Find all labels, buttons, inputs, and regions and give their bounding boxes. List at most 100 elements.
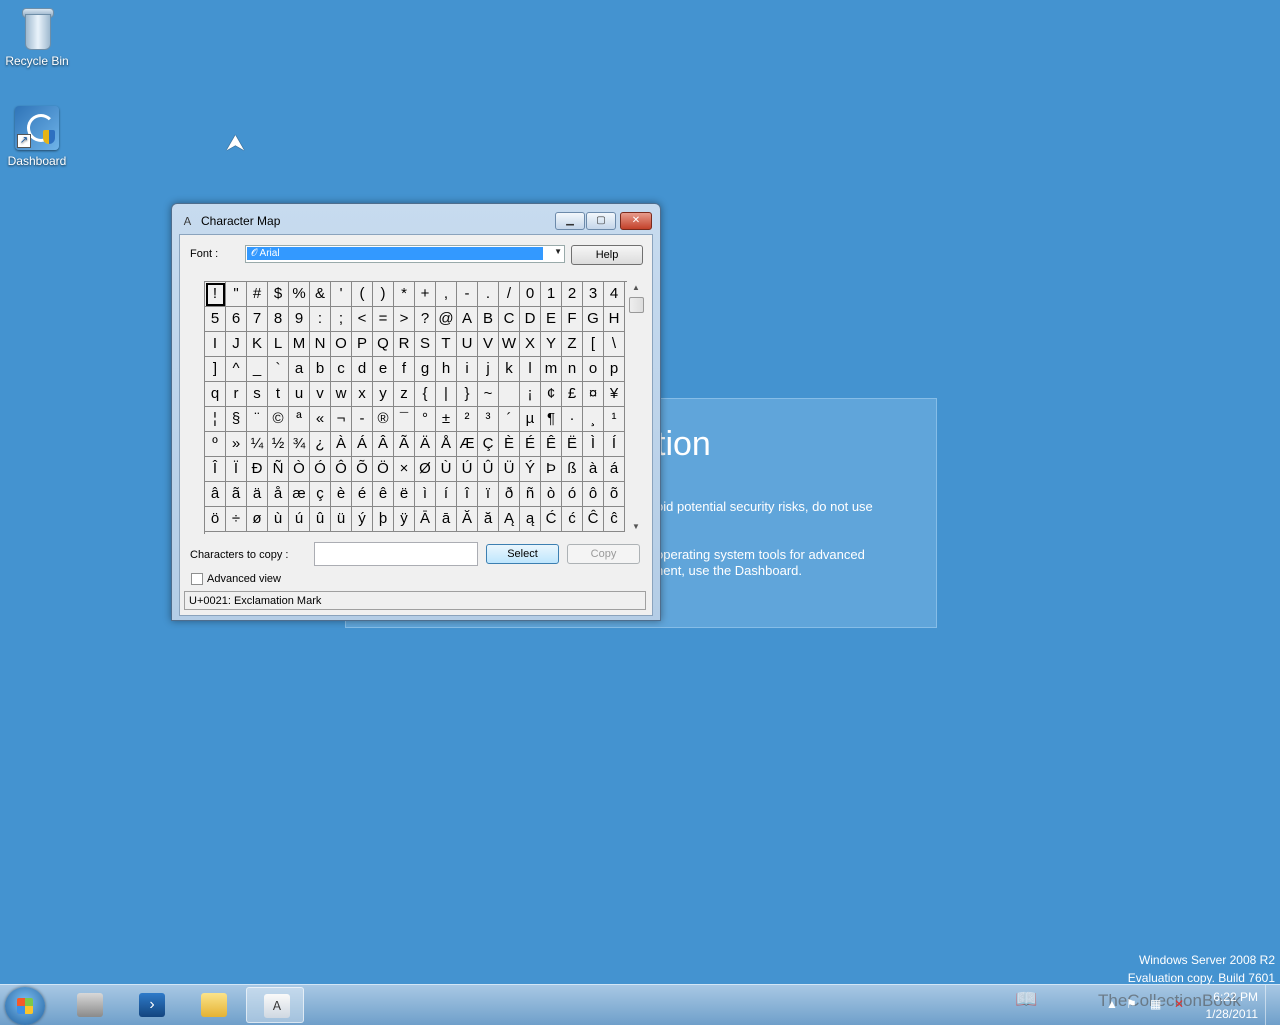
- taskbar-server-manager[interactable]: [60, 987, 118, 1023]
- character-cell[interactable]: Þ: [541, 457, 562, 482]
- character-cell[interactable]: ó: [562, 482, 583, 507]
- chars-to-copy-input[interactable]: [314, 542, 478, 566]
- character-cell[interactable]: ù: [268, 507, 289, 532]
- character-cell[interactable]: ò: [541, 482, 562, 507]
- copy-button[interactable]: Copy: [567, 544, 640, 564]
- character-cell[interactable]: G: [583, 307, 604, 332]
- character-cell[interactable]: ¤: [583, 382, 604, 407]
- character-cell[interactable]: â: [205, 482, 226, 507]
- character-cell[interactable]: e: [373, 357, 394, 382]
- character-cell[interactable]: B: [478, 307, 499, 332]
- character-cell[interactable]: ·: [562, 407, 583, 432]
- character-cell[interactable]: %: [289, 282, 310, 307]
- character-cell[interactable]: _: [247, 357, 268, 382]
- character-cell[interactable]: ĉ: [604, 507, 625, 532]
- character-cell[interactable]: Ç: [478, 432, 499, 457]
- character-cell[interactable]: :: [310, 307, 331, 332]
- character-cell[interactable]: Ü: [499, 457, 520, 482]
- character-cell[interactable]: õ: [604, 482, 625, 507]
- character-cell[interactable]: ¢: [541, 382, 562, 407]
- character-cell[interactable]: .: [478, 282, 499, 307]
- character-cell[interactable]: s: [247, 382, 268, 407]
- character-cell[interactable]: Ó: [310, 457, 331, 482]
- character-cell[interactable]: P: [352, 332, 373, 357]
- character-cell[interactable]: |: [436, 382, 457, 407]
- character-cell[interactable]: /: [499, 282, 520, 307]
- character-cell[interactable]: 1: [541, 282, 562, 307]
- character-cell[interactable]: @: [436, 307, 457, 332]
- character-cell[interactable]: 4: [604, 282, 625, 307]
- character-cell[interactable]: ©: [268, 407, 289, 432]
- character-cell[interactable]: ´: [499, 407, 520, 432]
- scroll-up-icon[interactable]: ▲: [632, 283, 640, 292]
- taskbar-powershell[interactable]: ›: [122, 987, 180, 1023]
- character-cell[interactable]: ã: [226, 482, 247, 507]
- character-cell[interactable]: K: [247, 332, 268, 357]
- character-cell[interactable]: {: [415, 382, 436, 407]
- character-cell[interactable]: Ø: [415, 457, 436, 482]
- character-cell[interactable]: n: [562, 357, 583, 382]
- character-cell[interactable]: f: [394, 357, 415, 382]
- character-cell[interactable]: ë: [394, 482, 415, 507]
- character-cell[interactable]: ñ: [520, 482, 541, 507]
- character-cell[interactable]: C: [499, 307, 520, 332]
- chevron-down-icon[interactable]: ▼: [554, 247, 562, 256]
- character-cell[interactable]: 5: [205, 307, 226, 332]
- character-cell[interactable]: Ö: [373, 457, 394, 482]
- character-cell[interactable]: Í: [604, 432, 625, 457]
- select-button[interactable]: Select: [486, 544, 559, 564]
- minimize-button[interactable]: ▁: [555, 212, 585, 230]
- character-cell[interactable]: W: [499, 332, 520, 357]
- character-cell[interactable]: v: [310, 382, 331, 407]
- character-cell[interactable]: R: [394, 332, 415, 357]
- maximize-button[interactable]: ▢: [586, 212, 616, 230]
- character-cell[interactable]: Â: [373, 432, 394, 457]
- character-cell[interactable]: ą: [520, 507, 541, 532]
- character-cell[interactable]: -: [457, 282, 478, 307]
- character-cell[interactable]: Ã: [394, 432, 415, 457]
- character-cell[interactable]: ®: [373, 407, 394, 432]
- character-cell[interactable]: æ: [289, 482, 310, 507]
- character-cell[interactable]: Ð: [247, 457, 268, 482]
- character-cell[interactable]: (: [352, 282, 373, 307]
- character-cell[interactable]: [: [583, 332, 604, 357]
- character-cell[interactable]: &: [310, 282, 331, 307]
- character-cell[interactable]: !: [205, 282, 226, 307]
- character-cell[interactable]: ³: [478, 407, 499, 432]
- character-cell[interactable]: E: [541, 307, 562, 332]
- character-grid[interactable]: ! " # $% & '() * +, -./0 1 2 3 4 5 6 7 8 9:; < = >? @ A B C D E F G H…: [204, 281, 627, 534]
- character-cell[interactable]: þ: [373, 507, 394, 532]
- character-cell[interactable]: ô: [583, 482, 604, 507]
- character-cell[interactable]: º: [205, 432, 226, 457]
- character-cell[interactable]: ø: [247, 507, 268, 532]
- character-cell[interactable]: í: [436, 482, 457, 507]
- character-cell[interactable]: ä: [247, 482, 268, 507]
- character-cell[interactable]: d: [352, 357, 373, 382]
- character-cell[interactable]: î: [457, 482, 478, 507]
- character-cell[interactable]: ×: [394, 457, 415, 482]
- character-cell[interactable]: J: [226, 332, 247, 357]
- character-cell[interactable]: >: [394, 307, 415, 332]
- character-cell[interactable]: Ê: [541, 432, 562, 457]
- character-cell[interactable]: O: [331, 332, 352, 357]
- character-cell[interactable]: Ä: [415, 432, 436, 457]
- character-cell[interactable]: Ý: [520, 457, 541, 482]
- character-cell[interactable]: Y: [541, 332, 562, 357]
- character-cell[interactable]: ¯: [394, 407, 415, 432]
- character-cell[interactable]: ¥: [604, 382, 625, 407]
- character-cell[interactable]: ¸: [583, 407, 604, 432]
- character-cell[interactable]: Û: [478, 457, 499, 482]
- character-cell[interactable]: 3: [583, 282, 604, 307]
- character-cell[interactable]: ': [331, 282, 352, 307]
- character-cell[interactable]: ,: [436, 282, 457, 307]
- character-cell[interactable]: ā: [436, 507, 457, 532]
- character-cell[interactable]: ÿ: [394, 507, 415, 532]
- character-cell[interactable]: µ: [520, 407, 541, 432]
- character-cell[interactable]: ;: [331, 307, 352, 332]
- character-cell[interactable]: ß: [562, 457, 583, 482]
- start-button[interactable]: [5, 987, 45, 1025]
- character-cell[interactable]: g: [415, 357, 436, 382]
- character-cell[interactable]: Ā: [415, 507, 436, 532]
- character-cell[interactable]: k: [499, 357, 520, 382]
- character-cell[interactable]: «: [310, 407, 331, 432]
